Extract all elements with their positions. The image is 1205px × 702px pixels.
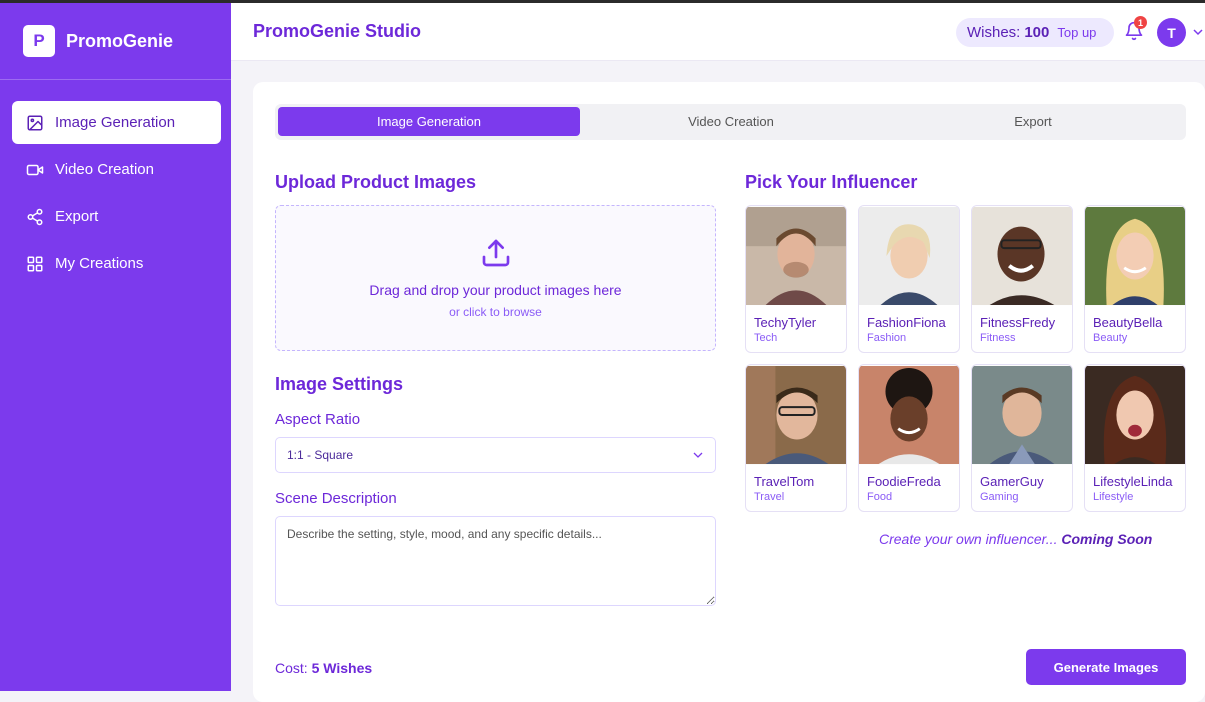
influencer-card-traveltom[interactable]: TravelTom Travel [745, 364, 847, 512]
chevron-down-icon[interactable] [1193, 28, 1203, 36]
influencer-grid: TechyTyler Tech FashionFiona Fashion Fit… [745, 205, 1186, 513]
influencer-name: FitnessFredy [980, 315, 1056, 330]
upload-instructions: Drag and drop your product images here [369, 282, 622, 298]
sidebar-nav: Image Generation Video Creation Export M… [0, 80, 231, 285]
image-icon [26, 114, 44, 132]
influencer-name: BeautyBella [1093, 315, 1163, 330]
aspect-ratio-select[interactable]: 1:1 - Square [275, 437, 716, 473]
influencer-name: TravelTom [754, 474, 815, 489]
sidebar: P PromoGenie Image Generation Video Crea… [0, 3, 231, 691]
influencer-category: Lifestyle [1093, 491, 1134, 503]
settings-section-title: Image Settings [275, 374, 404, 394]
influencer-card-fitnessfredy[interactable]: FitnessFredy Fitness [971, 205, 1073, 353]
influencer-card-lifestylelinda[interactable]: LifestyleLinda Lifestyle [1084, 364, 1186, 512]
brand: P PromoGenie [0, 3, 231, 80]
sidebar-item-my-creations[interactable]: My Creations [12, 242, 221, 285]
brand-name: PromoGenie [66, 30, 174, 51]
influencer-name: FashionFiona [867, 315, 946, 330]
influencer-category: Fitness [980, 332, 1016, 344]
create-own-influencer: Create your own influencer... Coming Soo… [879, 531, 1152, 547]
tab-video-creation[interactable]: Video Creation [580, 107, 882, 136]
influencer-photo [1085, 206, 1185, 306]
wishes-balance: Wishes: 100 Top up [956, 18, 1114, 47]
sidebar-item-label: Video Creation [55, 161, 154, 178]
upload-browse-hint: or click to browse [449, 305, 542, 319]
aspect-ratio-label: Aspect Ratio [275, 411, 361, 428]
influencer-category: Food [867, 491, 893, 503]
cost-value: 5 Wishes [311, 660, 373, 676]
sidebar-item-video-creation[interactable]: Video Creation [12, 148, 221, 191]
influencer-name: TechyTyler [754, 315, 817, 330]
influencer-card-beautybella[interactable]: BeautyBella Beauty [1084, 205, 1186, 353]
main-card: Image Generation Video Creation Export U… [253, 82, 1205, 702]
topup-link[interactable]: Top up [1057, 25, 1096, 40]
chevron-down-icon [693, 452, 703, 458]
top-header: PromoGenie Studio Wishes: 100 Top up 1 T [231, 3, 1205, 61]
generate-images-button[interactable]: Generate Images [1026, 649, 1186, 685]
cost-display: Cost: 5 Wishes [275, 660, 372, 676]
grid-icon [26, 255, 44, 273]
brand-logo: P [23, 25, 55, 57]
notification-badge: 1 [1134, 16, 1147, 29]
influencer-photo [972, 365, 1072, 465]
aspect-ratio-value: 1:1 - Square [287, 448, 354, 462]
influencer-card-fashionfiona[interactable]: FashionFiona Fashion [858, 205, 960, 353]
upload-dropzone[interactable]: Drag and drop your product images here o… [275, 205, 716, 351]
influencer-card-techytyler[interactable]: TechyTyler Tech [745, 205, 847, 353]
sidebar-item-label: Image Generation [55, 114, 176, 131]
influencer-photo [972, 206, 1072, 306]
influencer-name: GamerGuy [980, 474, 1044, 489]
video-icon [26, 161, 44, 179]
tab-bar: Image Generation Video Creation Export [275, 104, 1186, 140]
influencer-category: Fashion [867, 332, 907, 344]
cost-label: Cost: [275, 660, 308, 676]
influencer-photo [746, 206, 846, 306]
influencer-photo [859, 365, 959, 465]
scene-description-input[interactable] [275, 516, 716, 606]
wishes-count: 100 [1024, 24, 1050, 41]
influencer-card-gamerguy[interactable]: GamerGuy Gaming [971, 364, 1073, 512]
page-title: PromoGenie Studio [253, 21, 422, 41]
sidebar-item-label: My Creations [55, 255, 144, 272]
share-icon [26, 208, 44, 226]
sidebar-item-export[interactable]: Export [12, 195, 221, 238]
influencer-photo [1085, 365, 1185, 465]
create-own-text: Create your own influencer... [879, 531, 1058, 547]
influencer-section-title: Pick Your Influencer [745, 172, 918, 192]
influencer-category: Tech [754, 332, 778, 344]
influencer-photo [746, 365, 846, 465]
influencer-card-foodiefreda[interactable]: FoodieFreda Food [858, 364, 960, 512]
tab-export[interactable]: Export [882, 107, 1184, 136]
influencer-category: Beauty [1093, 332, 1128, 344]
influencer-name: FoodieFreda [867, 474, 941, 489]
upload-icon [482, 239, 510, 267]
sidebar-item-image-generation[interactable]: Image Generation [12, 101, 221, 144]
avatar[interactable]: T [1157, 18, 1186, 47]
influencer-category: Gaming [980, 491, 1019, 503]
tab-image-generation[interactable]: Image Generation [278, 107, 580, 136]
coming-soon-label: Coming Soon [1061, 531, 1153, 547]
sidebar-item-label: Export [55, 208, 99, 225]
influencer-photo [859, 206, 959, 306]
influencer-category: Travel [754, 491, 785, 503]
scene-description-label: Scene Description [275, 490, 397, 507]
upload-section-title: Upload Product Images [275, 172, 477, 192]
wishes-label: Wishes: [967, 24, 1021, 41]
influencer-name: LifestyleLinda [1093, 474, 1173, 489]
